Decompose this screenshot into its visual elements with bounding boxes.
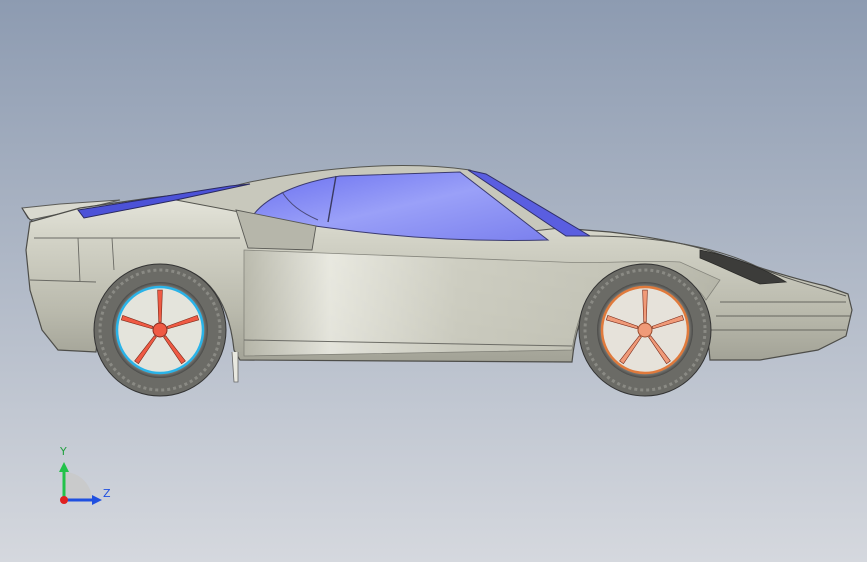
y-axis-label: Y — [59, 445, 67, 458]
triad-origin — [60, 496, 68, 504]
rear-wheel[interactable] — [93, 263, 227, 397]
model-scene[interactable]: Y Z — [0, 0, 867, 562]
rim-spoke — [157, 289, 163, 323]
rim-spoke — [642, 289, 648, 323]
front-wheel[interactable] — [578, 263, 712, 397]
graphics-viewport[interactable]: Y Z — [0, 0, 867, 562]
z-axis-label: Z — [103, 487, 111, 500]
